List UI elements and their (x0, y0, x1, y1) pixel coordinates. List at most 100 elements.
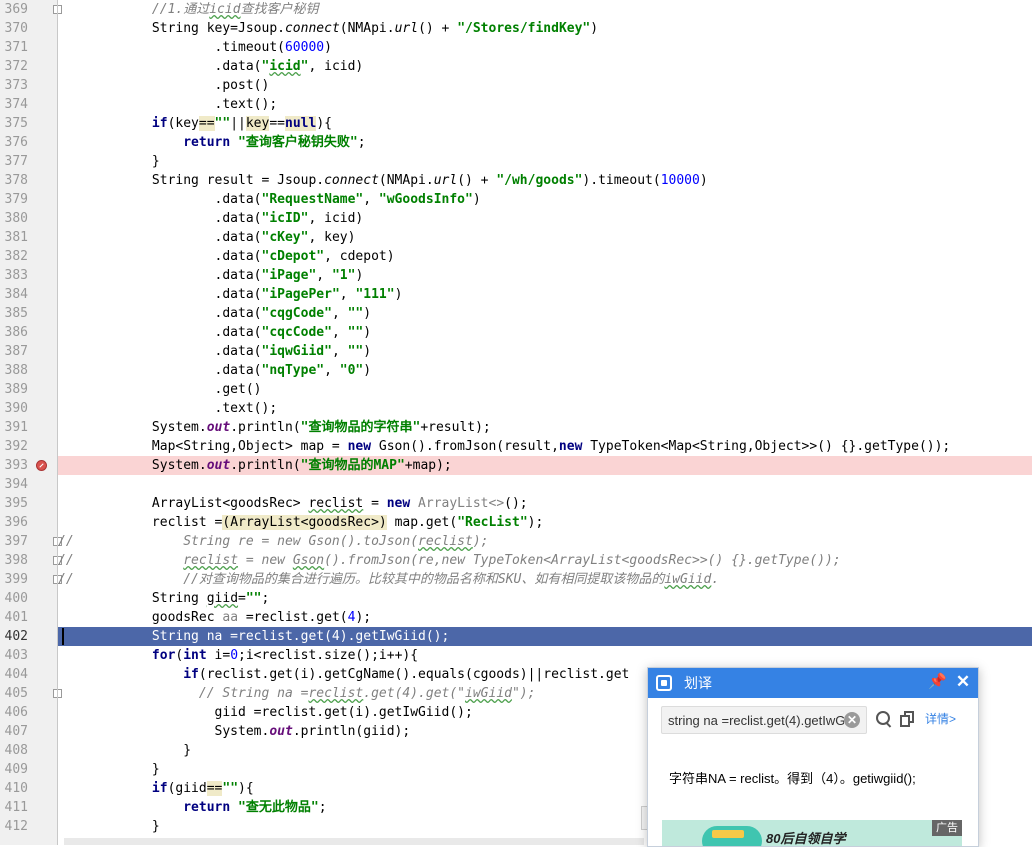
code-token: ); (527, 515, 544, 530)
code-token: 10000 (660, 173, 700, 188)
code-token: if (151, 781, 168, 796)
code-line[interactable]: .data("cqcCode", "") (58, 323, 1032, 342)
clear-input-icon[interactable]: ✕ (844, 712, 860, 728)
code-token: "); (511, 686, 536, 701)
code-line[interactable]: .get() (58, 380, 1032, 399)
code-token: "/Stores/findKey" (457, 21, 591, 36)
code-token: for (151, 648, 176, 663)
code-line[interactable]: .data("iPagePer", "111") (58, 285, 1032, 304)
line-number: 383 (4, 268, 28, 283)
code-token: return (183, 135, 239, 150)
code-token: ; (357, 135, 366, 150)
code-token: Gson().fromJson(result, (378, 439, 559, 454)
code-token: .data( (58, 325, 262, 340)
code-token: iwGiid (664, 572, 712, 587)
search-icon[interactable] (874, 709, 894, 729)
code-line[interactable]: .text(); (58, 95, 1032, 114)
code-token: ) (355, 268, 364, 283)
code-token: "/wh/goods" (496, 173, 583, 188)
pin-icon[interactable]: 📌 (928, 673, 947, 691)
code-line[interactable]: .data("nqType", "0") (58, 361, 1032, 380)
code-line[interactable]: .data("cqgCode", "") (58, 304, 1032, 323)
line-number: 389 (4, 382, 28, 397)
editor-gutter[interactable]: 369 370 371 372 373 374 375 376 377 378 379 380 381 3… (0, 0, 62, 845)
translate-input-box[interactable]: ✕ (661, 706, 867, 734)
code-line[interactable]: String giid=""; (58, 589, 1032, 608)
code-line[interactable]: Map<String,Object> map = new Gson().from… (58, 437, 1032, 456)
code-token: icid (209, 2, 241, 17)
code-line[interactable]: .text(); (58, 399, 1032, 418)
code-line[interactable]: .data("icid", icid) (58, 57, 1032, 76)
details-link[interactable]: 详情> (925, 711, 956, 727)
code-token: TypeToken<Map<String,Object>>() {}.getTy… (590, 439, 951, 454)
code-token: ; (318, 800, 327, 815)
code-token: .data( (58, 230, 262, 245)
code-token: (giid (167, 781, 207, 796)
code-token: ) (363, 344, 372, 359)
code-line[interactable]: //1.通过icid查找客户秘钥 (58, 0, 1032, 19)
code-line[interactable]: ArrayList<goodsRec> reclist = new ArrayL… (58, 494, 1032, 513)
code-token: String result = Jsoup. (58, 173, 325, 188)
line-number: 395 (4, 496, 28, 511)
code-token: goodsRec (58, 610, 223, 625)
code-token: +map); (404, 458, 452, 473)
code-line[interactable]: goodsRec aa =reclist.get(4); (58, 608, 1032, 627)
code-line[interactable]: } (58, 152, 1032, 171)
line-number: 405 (4, 686, 28, 701)
code-line[interactable]: .data("iqwGiid", "") (58, 342, 1032, 361)
line-number: 396 (4, 515, 28, 530)
code-line[interactable]: // String re = new Gson().toJson(reclist… (58, 532, 1032, 551)
line-number: 399 (4, 572, 28, 587)
horizontal-scrollbar[interactable] (64, 838, 644, 845)
code-line[interactable]: for(int i=0;i<reclist.size();i++){ (58, 646, 1032, 665)
code-line[interactable]: .data("cDepot", cdepot) (58, 247, 1032, 266)
code-line[interactable]: String na =reclist.get(4).getIwGiid(); (58, 627, 1032, 646)
code-token: () + (457, 173, 497, 188)
code-line[interactable]: if(key==""||key==null){ (58, 114, 1032, 133)
code-token: , cdepot) (324, 249, 395, 264)
code-line[interactable]: return "查询客户秘钥失败"; (58, 133, 1032, 152)
code-line[interactable] (58, 475, 1032, 494)
code-token: "1" (331, 268, 356, 283)
code-token: .data( (58, 59, 262, 74)
code-line[interactable]: .data("cKey", key) (58, 228, 1032, 247)
code-token: } (58, 819, 160, 834)
translate-input[interactable] (668, 711, 844, 729)
line-number: 385 (4, 306, 28, 321)
code-line[interactable]: // //对查询物品的集合进行遍历。比较其中的物品名称和SKU、如有相同提取该物… (58, 570, 1032, 589)
code-line[interactable]: System.out.println("查询物品的字符串"+result); (58, 418, 1032, 437)
line-number: 406 (4, 705, 28, 720)
code-line[interactable]: String result = Jsoup.connect(NMApi.url(… (58, 171, 1032, 190)
code-token: // (58, 572, 74, 587)
code-token: "RecList" (457, 515, 528, 530)
code-line[interactable]: String key=Jsoup.connect(NMApi.url() + "… (58, 19, 1032, 38)
code-line[interactable]: .data("icID", icid) (58, 209, 1032, 228)
code-token: = new (238, 553, 293, 568)
line-number: 392 (4, 439, 28, 454)
code-token: ) (699, 173, 708, 188)
code-line[interactable]: .timeout(60000) (58, 38, 1032, 57)
code-line[interactable]: .data("RequestName", "wGoodsInfo") (58, 190, 1032, 209)
code-token: "cqgCode" (261, 306, 332, 321)
code-token: } (58, 743, 192, 758)
code-line[interactable]: // reclist = new Gson().fromJson(re,new … (58, 551, 1032, 570)
code-token: "iqwGiid" (261, 344, 332, 359)
code-token: url (433, 173, 458, 188)
code-token: ) (394, 287, 403, 302)
code-token: if (151, 116, 168, 131)
code-token: new (558, 439, 591, 454)
translate-logo-icon (656, 675, 672, 691)
code-line[interactable]: System.out.println("查询物品的MAP"+map); (58, 456, 1032, 475)
breakpoint-icon[interactable] (36, 460, 47, 471)
line-number: 374 (4, 97, 28, 112)
code-line[interactable]: reclist =(ArrayList<goodsRec>) map.get("… (58, 513, 1032, 532)
line-number: 378 (4, 173, 28, 188)
popup-header[interactable]: 划译 📌 ✕ (648, 668, 978, 698)
code-token: out (269, 724, 293, 739)
code-line[interactable]: .post() (58, 76, 1032, 95)
code-line[interactable]: .data("iPage", "1") (58, 266, 1032, 285)
code-token: } (58, 154, 160, 169)
copy-icon[interactable] (899, 710, 917, 728)
ad-banner[interactable]: 80后自领自学 广告 (662, 820, 962, 846)
close-icon[interactable]: ✕ (953, 672, 973, 692)
